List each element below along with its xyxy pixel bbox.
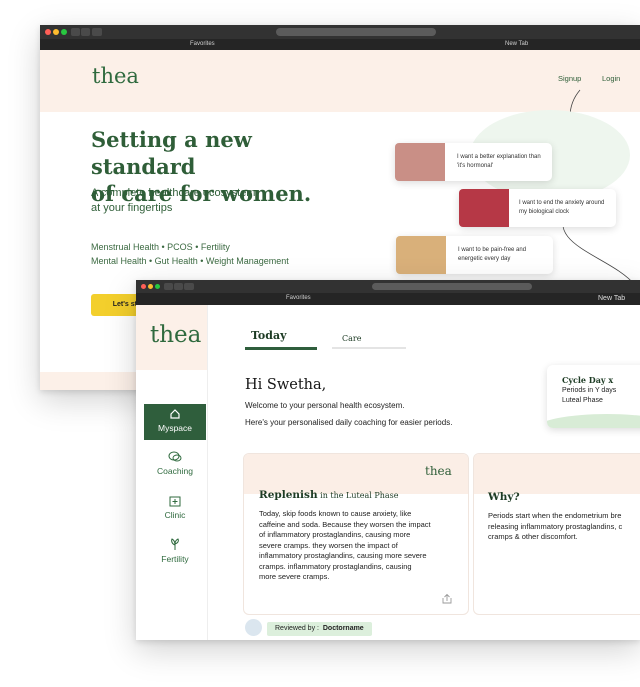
- login-link[interactable]: Login: [602, 74, 620, 83]
- brand-logo[interactable]: thea: [92, 64, 139, 88]
- maximize-window-icon[interactable]: [155, 284, 160, 289]
- back-icon[interactable]: [71, 28, 80, 36]
- welcome-text: Welcome to your personal health ecosyste…: [245, 401, 405, 410]
- window-titlebar: [40, 25, 640, 39]
- doctor-avatar: [245, 619, 262, 636]
- close-window-icon[interactable]: [45, 29, 51, 35]
- forward-icon[interactable]: [81, 28, 90, 36]
- tab-care-underline: [332, 347, 406, 349]
- sidebar-item-label: Clinic: [164, 510, 186, 520]
- close-window-icon[interactable]: [141, 284, 146, 289]
- clinic-icon: [169, 496, 181, 507]
- address-bar[interactable]: [372, 283, 532, 290]
- condition-tags: Menstrual Health • PCOS • Fertility Ment…: [91, 242, 289, 266]
- card-title: Replenish in the Luteal Phase: [259, 489, 399, 501]
- woman-photo: [395, 143, 445, 181]
- quote-text: I want to end the anxiety around my biolo…: [519, 200, 605, 215]
- coaching-card[interactable]: thea Replenish in the Luteal Phase Today…: [243, 453, 469, 615]
- main-content: Today Care Hi Swetha, Welcome to your pe…: [208, 305, 640, 640]
- tab-care[interactable]: Care: [342, 334, 361, 343]
- why-card[interactable]: Why? Periods start when the endometrium …: [473, 453, 640, 615]
- app-browser-window: Favorites New Tab thea Myspace Coaching …: [136, 280, 640, 640]
- home-icon: [170, 409, 180, 419]
- sidebar-item-label: Myspace: [157, 423, 192, 433]
- cycle-phase: Luteal Phase: [562, 397, 603, 404]
- forward-icon[interactable]: [174, 283, 183, 290]
- tab-new-tab[interactable]: New Tab: [598, 295, 625, 302]
- tab-favorites[interactable]: Favorites: [190, 41, 215, 47]
- sidebar-item-label: Fertility: [161, 554, 189, 564]
- coaching-note: Here's your personalised daily coaching …: [245, 418, 453, 427]
- fertility-icon: [171, 538, 179, 550]
- tab-new-tab[interactable]: New Tab: [505, 41, 528, 47]
- back-icon[interactable]: [164, 283, 173, 290]
- tab-today-underline: [245, 347, 317, 350]
- minimize-window-icon[interactable]: [148, 284, 153, 289]
- tab-today[interactable]: Today: [251, 329, 286, 342]
- greeting-heading: Hi Swetha,: [245, 377, 327, 393]
- app-sidebar: thea Myspace Coaching Clinic Fertility: [136, 305, 208, 640]
- quote-text: I want to be pain-free and energetic ever…: [458, 247, 527, 262]
- window-titlebar: [136, 280, 640, 293]
- reviewed-by-tag: Reviewed by : Doctorname: [267, 622, 372, 636]
- card-brand-logo: thea: [425, 464, 452, 478]
- maximize-window-icon[interactable]: [61, 29, 67, 35]
- quote-card: I want a better explanation than'it's ho…: [395, 143, 552, 181]
- brand-logo[interactable]: thea: [150, 322, 201, 348]
- tab-favorites[interactable]: Favorites: [286, 295, 311, 301]
- hero-subtitle: A complete healthcare ecosystem at your …: [91, 187, 256, 214]
- tab-strip: Favorites New Tab: [136, 293, 640, 305]
- quote-card: I want to end the anxiety around my biolo…: [459, 189, 616, 227]
- sidebar-item-clinic[interactable]: Clinic: [144, 495, 206, 520]
- sidebar-toggle-icon[interactable]: [184, 283, 194, 290]
- card-header-band: [474, 454, 640, 494]
- sidebar-toggle-icon[interactable]: [92, 28, 102, 36]
- quote-text: I want a better explanation than'it's ho…: [457, 154, 541, 169]
- cycle-card[interactable]: Cycle Day x Periods in Y days Luteal Pha…: [547, 365, 640, 428]
- sidebar-item-label: Coaching: [157, 466, 193, 476]
- sidebar-item-coaching[interactable]: Coaching: [144, 451, 206, 476]
- cycle-decoration: [547, 414, 640, 428]
- cycle-day-title: Cycle Day x: [562, 375, 614, 385]
- address-bar[interactable]: [276, 28, 436, 36]
- sidebar-brand-area: thea: [136, 305, 207, 370]
- minimize-window-icon[interactable]: [53, 29, 59, 35]
- card-title: Why?: [488, 491, 520, 503]
- card-body: Periods start when the endometrium bre r…: [488, 511, 623, 541]
- woman-photo: [459, 189, 509, 227]
- chat-icon: [168, 451, 182, 462]
- sidebar-item-fertility[interactable]: Fertility: [144, 538, 206, 564]
- share-icon[interactable]: [441, 593, 453, 605]
- signup-link[interactable]: Signup: [558, 74, 581, 83]
- get-started-button[interactable]: Let's st: [91, 294, 141, 316]
- woman-photo: [396, 236, 446, 274]
- tab-strip: Favorites New Tab: [40, 39, 640, 50]
- quote-card: I want to be pain-free and energetic ever…: [396, 236, 553, 274]
- cycle-period-countdown: Periods in Y days: [562, 387, 617, 394]
- card-body: Today, skip foods known to cause anxiety…: [259, 509, 431, 581]
- sidebar-item-myspace[interactable]: Myspace: [144, 404, 206, 440]
